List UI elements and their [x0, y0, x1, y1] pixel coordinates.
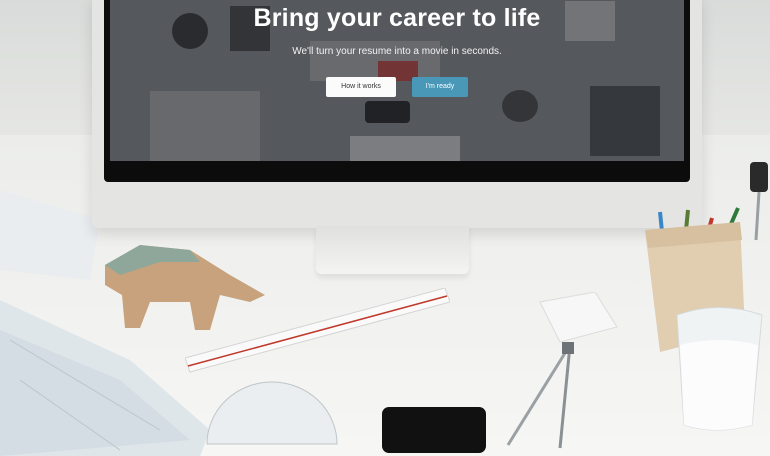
im-ready-button[interactable]: I'm ready	[412, 77, 468, 97]
drafting-compass	[506, 342, 574, 449]
hero-subtitle: We'll turn your resume into a movie in s…	[292, 46, 502, 57]
monitor-stand	[316, 226, 469, 274]
notepad	[539, 292, 618, 343]
protractor	[206, 381, 338, 445]
smartphone	[382, 407, 486, 453]
hero-title: Bring your career to life	[253, 4, 541, 32]
desk-lamp	[750, 162, 768, 240]
scale-ruler	[185, 288, 450, 373]
monitor-bezel: Bring your career to life We'll turn you…	[104, 0, 690, 182]
monitor: Bring your career to life We'll turn you…	[92, 0, 702, 228]
website-screen: Bring your career to life We'll turn you…	[110, 0, 684, 161]
how-it-works-button[interactable]: How it works	[326, 77, 396, 97]
milk-glass	[676, 307, 763, 431]
desk-scene: Bring your career to life We'll turn you…	[0, 0, 770, 456]
